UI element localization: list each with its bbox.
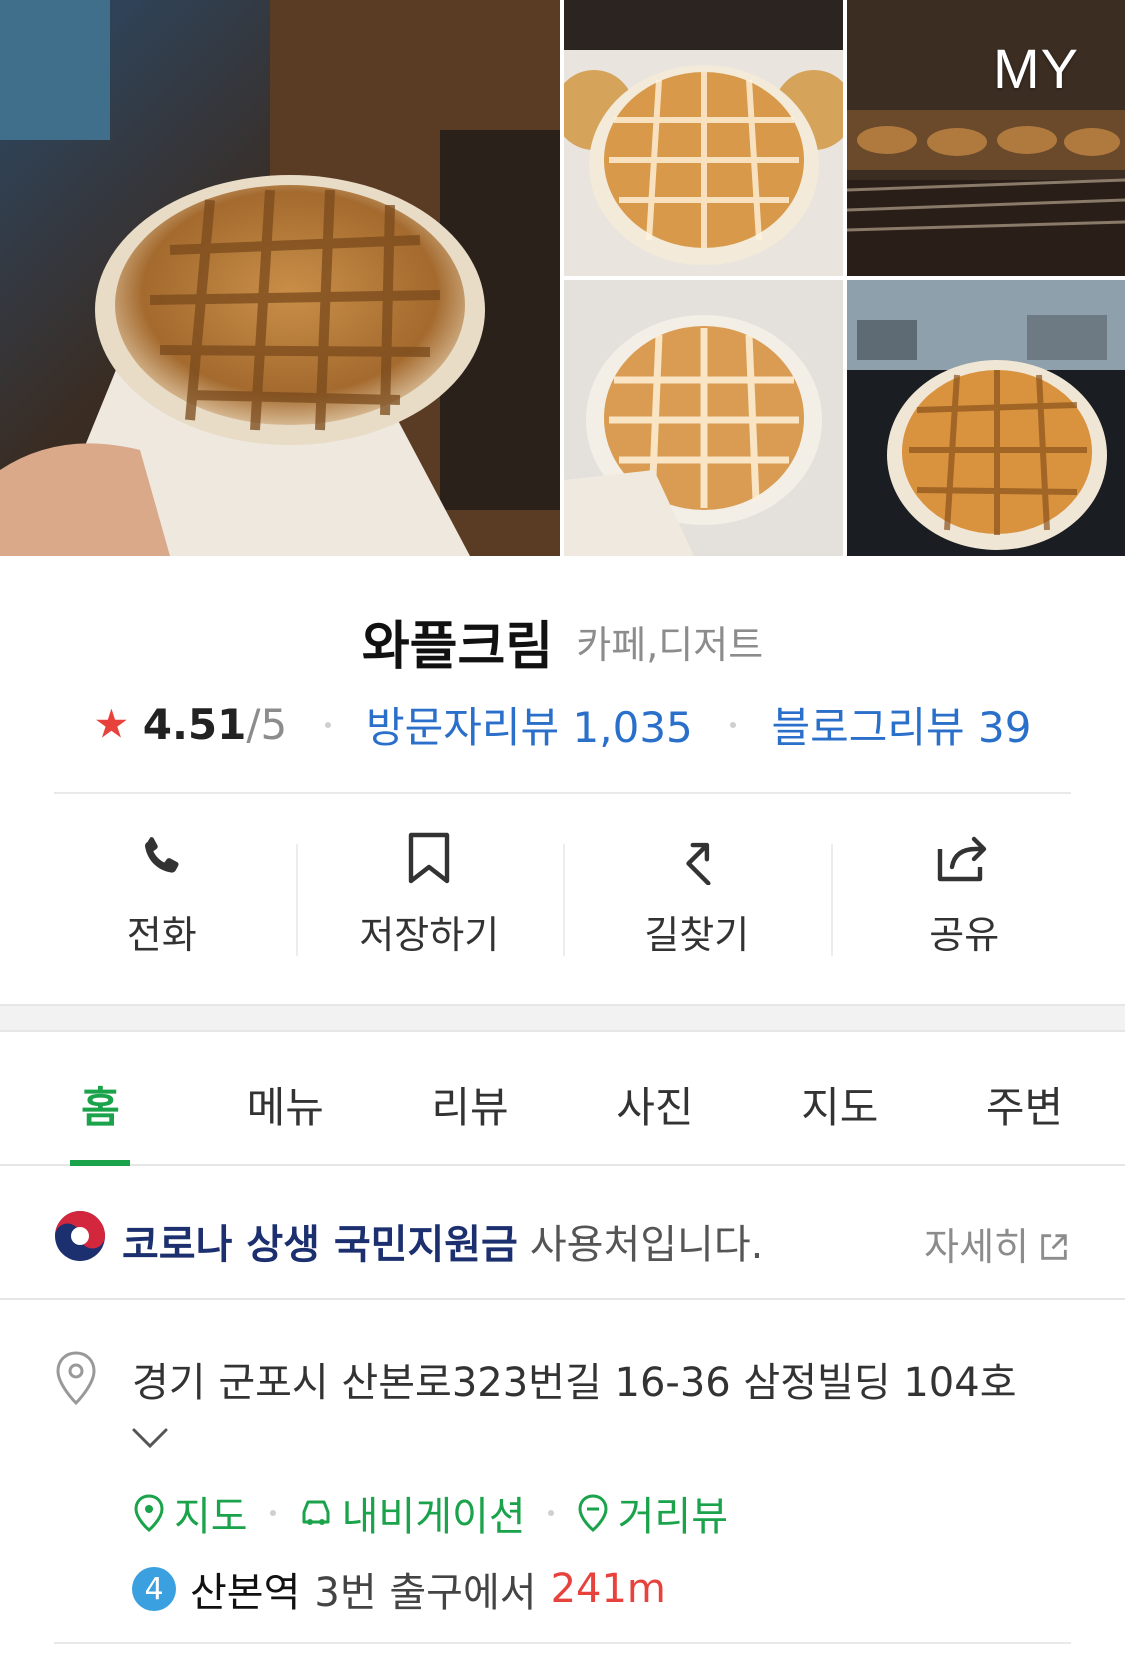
navigation-link-label: 내비게이션: [341, 1494, 526, 1540]
car-icon: [302, 1500, 330, 1525]
banner-rest-text: 사용처입니다.: [529, 1222, 764, 1268]
photo-waffle-in-car[interactable]: [847, 280, 1125, 556]
rating-value: 4.51: [142, 700, 247, 749]
station-distance: 241m: [550, 1566, 666, 1612]
action-bar: 전화 저장하기 길찾기 공유: [28, 826, 1098, 966]
location-pin-icon: [56, 1351, 96, 1406]
photo-waffle-on-paper[interactable]: [564, 0, 843, 276]
subway-line-badge: 4: [132, 1567, 176, 1611]
map-link[interactable]: 지도: [132, 1484, 248, 1542]
map-link-label: 지도: [174, 1494, 248, 1540]
place-title-row: 와플크림 카페,디저트: [0, 604, 1125, 679]
tab-nearby[interactable]: 주변: [932, 1032, 1117, 1164]
photo-bakery-display-case[interactable]: [847, 0, 1125, 276]
chevron-down-icon[interactable]: [130, 1424, 170, 1452]
divider: [54, 1642, 1071, 1644]
tab-map[interactable]: 지도: [747, 1032, 932, 1164]
banner-more-label: 자세히: [924, 1225, 1029, 1269]
directions-arrow-icon: [563, 826, 831, 890]
tab-menu[interactable]: 메뉴: [193, 1032, 378, 1164]
taegeuk-logo-icon: [55, 1211, 105, 1261]
tab-bar: 홈 메뉴 리뷰 사진 지도 주변: [0, 1032, 1125, 1166]
banner-strong-text: 코로나 상생 국민지원금: [122, 1222, 518, 1268]
section-gap: [0, 1004, 1125, 1032]
street-view-link[interactable]: 거리뷰: [576, 1484, 728, 1542]
tab-reviews[interactable]: 리뷰: [378, 1032, 563, 1164]
separator-dot: [269, 1510, 276, 1516]
save-button[interactable]: 저장하기: [295, 826, 564, 966]
place-name: 와플크림: [361, 617, 554, 677]
map-pin-icon: [134, 1494, 164, 1532]
call-button[interactable]: 전화: [28, 826, 296, 966]
separator-dot: [547, 1510, 554, 1516]
banner-more-link[interactable]: 자세히: [924, 1216, 1071, 1271]
street-view-icon: [578, 1494, 608, 1532]
subway-info: 4 산본역 3번 출구에서 241m: [132, 1560, 666, 1618]
directions-button[interactable]: 길찾기: [563, 826, 831, 966]
photo-waffle-in-hand[interactable]: [0, 0, 560, 556]
separator-dot: [324, 721, 331, 728]
star-icon: ★: [93, 701, 130, 748]
bookmark-icon: [296, 826, 564, 890]
tab-photos[interactable]: 사진: [562, 1032, 747, 1164]
place-category: 카페,디저트: [576, 623, 764, 667]
station-name: 산본역: [190, 1570, 301, 1616]
share-icon: [831, 826, 1099, 890]
street-view-link-label: 거리뷰: [617, 1494, 729, 1540]
navigation-link[interactable]: 내비게이션: [298, 1484, 526, 1542]
call-label: 전화: [126, 913, 197, 957]
phone-icon: [28, 826, 296, 890]
photo-waffle-close-up[interactable]: [564, 280, 843, 556]
divider: [54, 792, 1071, 794]
photo-gallery: MY: [0, 0, 1125, 556]
tab-home[interactable]: 홈: [8, 1032, 193, 1166]
my-badge[interactable]: MY: [993, 36, 1079, 101]
address-text: 경기 군포시 산본로323번길 16-36 삼정빌딩 104호: [132, 1360, 1017, 1406]
banner-title: 코로나 상생 국민지원금 사용처입니다.: [122, 1212, 763, 1270]
separator-dot: [730, 721, 737, 728]
rating-max: /5: [246, 700, 288, 749]
visitor-reviews-link[interactable]: 방문자리뷰 1,035: [366, 703, 693, 752]
directions-label: 길찾기: [644, 913, 750, 957]
station-exit: 3번 출구에서: [314, 1570, 537, 1616]
support-fund-banner[interactable]: 코로나 상생 국민지원금 사용처입니다. 자세히: [0, 1166, 1125, 1300]
place-stats-row: ★ 4.51/5 방문자리뷰 1,035 블로그리뷰 39: [0, 694, 1125, 755]
address-links: 지도 내비게이션 거리뷰: [132, 1484, 728, 1542]
share-button[interactable]: 공유: [830, 826, 1099, 966]
blog-reviews-link[interactable]: 블로그리뷰 39: [771, 703, 1031, 752]
external-link-icon: [1041, 1234, 1067, 1260]
save-label: 저장하기: [359, 913, 500, 957]
share-label: 공유: [929, 913, 1000, 957]
